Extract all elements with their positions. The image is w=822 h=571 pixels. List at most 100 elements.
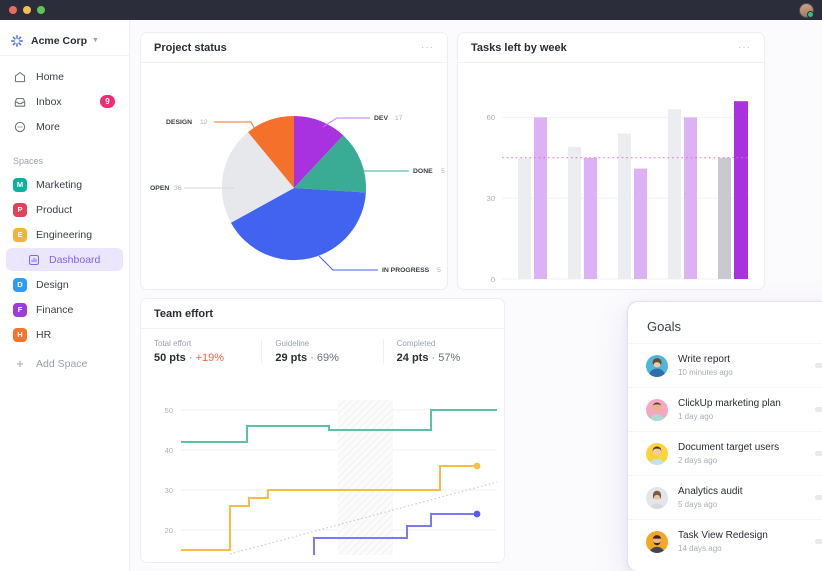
sidebar-item-marketing-label: Marketing xyxy=(36,178,83,191)
bar-week3-current[interactable] xyxy=(634,168,647,279)
sidebar: Acme Corp ▼ Home Inbox 9 More Spaces M M… xyxy=(0,20,130,571)
goal-row[interactable]: Task View Redesign 14 days ago xyxy=(628,519,822,563)
team-effort-title: Team effort xyxy=(154,307,214,320)
plus-icon: + xyxy=(16,356,24,371)
goal-text: ClickUp marketing plan 1 day ago xyxy=(678,398,815,421)
goal-progress-bar[interactable] xyxy=(815,539,822,544)
sidebar-item-design[interactable]: D Design xyxy=(6,272,123,297)
goal-progress-bar[interactable] xyxy=(815,363,822,368)
ytick-40: 40 xyxy=(165,446,173,455)
add-space-label: Add Space xyxy=(36,357,88,370)
sidebar-item-more-label: More xyxy=(36,120,60,133)
goal-row[interactable]: ClickUp marketing plan 1 day ago xyxy=(628,387,822,431)
sidebar-item-finance[interactable]: F Finance xyxy=(6,297,123,322)
bar-week4-previous[interactable] xyxy=(668,109,681,279)
goal-text: Write report 10 minutes ago xyxy=(678,354,815,377)
user-avatar[interactable] xyxy=(799,3,814,18)
goals-card-header: Goals ··· xyxy=(628,302,822,343)
pie-label-dev: DEV xyxy=(374,115,388,122)
workspace-logo-icon xyxy=(11,34,23,47)
stat-total-effort: Total effort 50 pts · +19% xyxy=(141,339,261,364)
team-effort-card-header: Team effort xyxy=(141,299,504,329)
series-completed-end-dot xyxy=(473,462,481,470)
close-window-button[interactable] xyxy=(9,6,17,14)
pie-value-in-progress: 5 xyxy=(437,267,441,274)
sidebar-item-inbox[interactable]: Inbox 9 xyxy=(6,89,123,114)
goal-name: Analytics audit xyxy=(678,486,743,498)
sidebar-item-more[interactable]: More xyxy=(6,114,123,139)
sidebar-item-product[interactable]: P Product xyxy=(6,197,123,222)
pie-value-done: 5 xyxy=(441,168,445,175)
sidebar-item-home[interactable]: Home xyxy=(6,64,123,89)
pie-value-open: 36 xyxy=(174,185,182,192)
stat-completed-points: 24 pts xyxy=(396,352,429,364)
bar-week1-current[interactable] xyxy=(534,117,547,280)
bar-week2-current[interactable] xyxy=(584,157,597,279)
space-chip-design: D xyxy=(13,277,27,292)
avatar xyxy=(646,398,668,421)
stat-completed-sep: · xyxy=(431,352,436,364)
sidebar-item-finance-label: Finance xyxy=(36,303,74,316)
add-space-button[interactable]: + Add Space xyxy=(6,351,123,376)
more-circle-icon xyxy=(14,121,26,132)
goal-progress-bar[interactable] xyxy=(815,495,822,500)
goal-progress-bar[interactable] xyxy=(815,451,822,456)
team-effort-card: Team effort Total effort 50 pts · +19% G… xyxy=(140,298,505,563)
app-window: Acme Corp ▼ Home Inbox 9 More Spaces M M… xyxy=(0,0,822,571)
minimize-window-button[interactable] xyxy=(23,6,31,14)
maximize-window-button[interactable] xyxy=(37,6,45,14)
goal-name: Task View Redesign xyxy=(678,530,768,542)
goal-name: Write report xyxy=(678,354,731,366)
goal-text: Analytics audit 5 days ago xyxy=(678,486,815,509)
sidebar-item-engineering[interactable]: E Engineering xyxy=(6,222,123,247)
project-status-menu-button[interactable]: ··· xyxy=(421,42,434,53)
home-icon xyxy=(14,71,26,82)
bar-week5-previous[interactable] xyxy=(718,157,731,279)
stat-guideline-value: 29 pts · 69% xyxy=(275,352,369,364)
ytick-60: 60 xyxy=(487,113,495,122)
sidebar-item-marketing[interactable]: M Marketing xyxy=(6,172,123,197)
pie-label-open: OPEN xyxy=(150,185,169,192)
dashboard-main: Project status ··· DEV 17 DONE 5 IN PROG… xyxy=(130,20,822,571)
stat-completed-label: Completed xyxy=(396,339,436,348)
inbox-icon xyxy=(14,97,26,107)
bar-week5-current[interactable] xyxy=(734,101,748,279)
team-effort-line-chart: 50 40 30 20 xyxy=(165,400,498,555)
workspace-switcher[interactable]: Acme Corp ▼ xyxy=(0,26,129,56)
ytick-20: 20 xyxy=(165,526,173,535)
stat-completed-delta: 57% xyxy=(438,352,461,364)
dashboard-icon xyxy=(29,254,39,265)
workspace-name: Acme Corp xyxy=(31,34,88,47)
goal-row[interactable]: Document target users 2 days ago xyxy=(628,431,822,475)
series-in-progress-end-dot xyxy=(473,510,481,518)
sidebar-item-dashboard[interactable]: Dashboard xyxy=(6,248,123,271)
pie-leader-in-progress xyxy=(318,255,378,271)
ytick-0: 0 xyxy=(491,275,495,284)
avatar xyxy=(646,354,668,377)
stat-total-effort-points: 50 pts xyxy=(154,352,186,364)
goal-row[interactable]: Write report 10 minutes ago xyxy=(628,343,822,387)
pie-value-design: 12 xyxy=(200,119,208,126)
chevron-down-icon: ▼ xyxy=(92,37,99,44)
stat-total-effort-delta: +19% xyxy=(195,352,225,364)
goal-name: ClickUp marketing plan xyxy=(678,398,781,410)
bar-week3-previous[interactable] xyxy=(618,133,631,280)
goal-row[interactable]: Analytics audit 5 days ago xyxy=(628,475,822,519)
title-bar xyxy=(0,0,822,20)
sidebar-item-hr[interactable]: H HR xyxy=(6,322,123,347)
sidebar-item-home-label: Home xyxy=(36,70,65,83)
bar-week4-current[interactable] xyxy=(684,117,697,280)
ytick-30: 30 xyxy=(487,194,495,203)
stat-guideline-label: Guideline xyxy=(275,339,310,348)
tasks-left-card: Tasks left by week ··· 0 30 60 xyxy=(457,32,765,290)
project-status-title: Project status xyxy=(154,41,227,54)
goal-progress-bar[interactable] xyxy=(815,407,822,412)
bar-week2-previous[interactable] xyxy=(568,147,581,279)
avatar xyxy=(646,486,668,509)
tasks-left-menu-button[interactable]: ··· xyxy=(738,42,751,53)
tasks-left-bar-chart: 0 30 60 Week 1 Week 2 xyxy=(487,101,750,284)
goal-time: 2 days ago xyxy=(678,455,718,465)
bar-week1-previous[interactable] xyxy=(518,157,531,279)
goal-time: 5 days ago xyxy=(678,499,718,509)
stat-total-effort-label: Total effort xyxy=(154,339,192,348)
